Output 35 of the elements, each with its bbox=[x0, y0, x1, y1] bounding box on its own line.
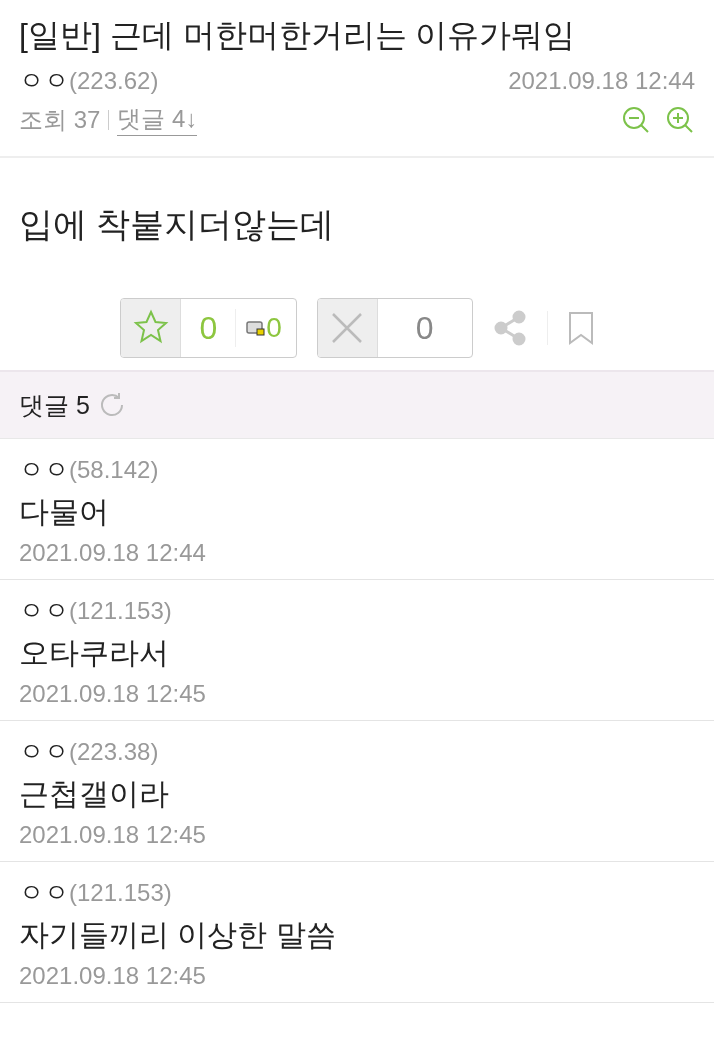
comment-text: 오타쿠라서 bbox=[19, 635, 170, 671]
comments-count: 댓글 5 bbox=[19, 389, 90, 421]
phone-icon bbox=[246, 320, 267, 336]
comment-date: 2021.09.18 12:45 bbox=[19, 962, 207, 990]
mobile-upvote-count: 0 bbox=[266, 312, 282, 344]
comment-date: 2021.09.18 12:45 bbox=[19, 821, 207, 849]
post-title: [일반] 근데 머한머한거리는 이유가뭐임 bbox=[19, 16, 577, 55]
comment-text: 다물어 bbox=[19, 494, 110, 530]
comment-ip: (121.153) bbox=[69, 596, 172, 625]
comment-author: ㅇㅇ bbox=[19, 736, 69, 767]
author-name: ㅇㅇ bbox=[19, 65, 69, 96]
comment-author: ㅇㅇ bbox=[19, 595, 69, 626]
comment-ip: (121.153) bbox=[69, 878, 172, 907]
downvote-button[interactable] bbox=[317, 299, 378, 357]
cross-icon bbox=[330, 311, 365, 345]
comment-date: 2021.09.18 12:44 bbox=[19, 539, 207, 567]
comments-link[interactable]: 댓글 4↓ bbox=[117, 103, 198, 136]
comment-text: 근첩갤이라 bbox=[19, 776, 170, 812]
downvote-count: 0 bbox=[414, 308, 435, 348]
comment-date: 2021.09.18 12:45 bbox=[19, 680, 207, 708]
comment-text: 자기들끼리 이상한 말씀 bbox=[19, 917, 337, 953]
view-count: 조회 37 bbox=[19, 104, 101, 135]
post-body: 입에 착붙지더않는데 bbox=[18, 204, 336, 245]
comment-ip: (223.38) bbox=[69, 737, 159, 766]
author-ip: (223.62) bbox=[69, 66, 159, 95]
zoom-in-icon[interactable] bbox=[665, 104, 695, 135]
post-date: 2021.09.18 12:44 bbox=[508, 66, 695, 95]
comment-ip: (58.142) bbox=[69, 455, 159, 484]
comment-author: ㅇㅇ bbox=[19, 454, 69, 485]
upvote-count: 0 bbox=[198, 308, 219, 348]
zoom-out-icon[interactable] bbox=[621, 104, 651, 135]
comment-author: ㅇㅇ bbox=[19, 877, 69, 908]
bookmark-icon[interactable] bbox=[567, 311, 594, 345]
share-icon[interactable] bbox=[492, 310, 527, 346]
recommend-button[interactable] bbox=[121, 299, 182, 357]
